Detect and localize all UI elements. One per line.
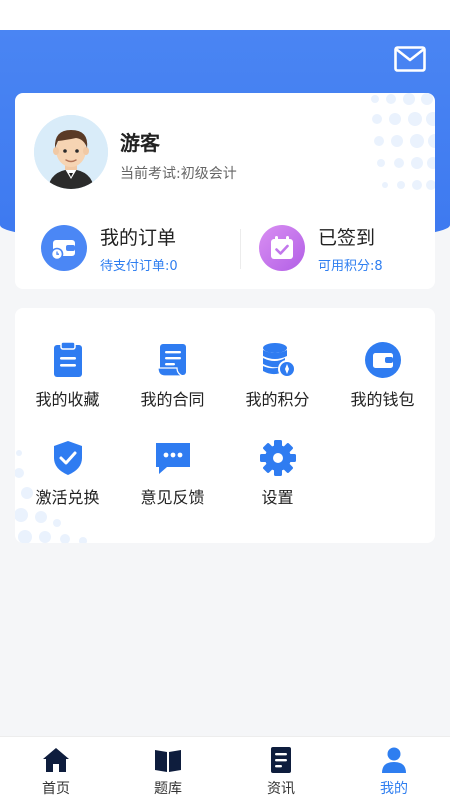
tab-mine[interactable]: 我的	[338, 737, 450, 800]
coins-icon	[258, 340, 298, 380]
menu-item-label: 设置	[261, 488, 294, 507]
current-exam-value: 初级会计	[180, 166, 237, 182]
tab-home[interactable]: 首页	[0, 737, 112, 800]
stats-divider	[240, 229, 241, 269]
pending-orders-count: 0	[169, 259, 178, 274]
tab-question-bank[interactable]: 题库	[112, 737, 224, 800]
calendar-check-icon	[271, 236, 293, 259]
wallet-icon	[363, 340, 403, 380]
home-icon-svg	[43, 748, 69, 772]
scroll-icon	[153, 340, 193, 380]
bottom-tab-bar: 首页 题库 资讯 我的	[0, 736, 450, 800]
sign-in-status: 已签到	[318, 227, 376, 249]
available-points-label: 可用积分:	[318, 259, 375, 274]
mail-button[interactable]	[394, 46, 426, 72]
chat-bubble-icon	[153, 438, 193, 478]
mail-icon	[394, 46, 426, 72]
menu-item-feedback[interactable]: 意见反馈	[120, 438, 225, 518]
user-avatar-icon	[34, 115, 108, 189]
menu-item-label: 我的合同	[140, 390, 205, 409]
book-icon-svg	[155, 750, 181, 772]
menu-item-contracts[interactable]: 我的合同	[120, 340, 225, 420]
book-icon	[153, 746, 183, 774]
function-menu-card: 我的收藏 我的合同 我的积分 我的钱包 激活兑换 意见反馈 设置	[15, 308, 435, 543]
user-name: 游客	[120, 131, 160, 155]
menu-item-label: 我的积分	[245, 390, 310, 409]
person-icon-svg	[382, 747, 406, 773]
pending-orders: 待支付订单:0	[100, 255, 178, 274]
chat-bubble-icon-svg	[155, 443, 190, 474]
pending-orders-label: 待支付订单:	[100, 259, 170, 274]
avatar[interactable]	[34, 115, 108, 189]
tab-label: 我的	[380, 781, 408, 797]
gear-icon	[258, 438, 298, 478]
status-bar	[0, 0, 450, 30]
my-orders-title: 我的订单	[100, 227, 177, 249]
news-icon	[266, 746, 296, 774]
home-icon	[41, 746, 71, 774]
profile-card: 游客 当前考试:初级会计 我的订单 待支付订单:0 已签到 可用积分:8	[15, 93, 435, 289]
menu-item-activate[interactable]: 激活兑换	[15, 438, 120, 518]
news-icon-svg	[271, 747, 291, 773]
tab-news[interactable]: 资讯	[225, 737, 337, 800]
my-orders-button[interactable]: 我的订单 待支付订单:0	[41, 223, 231, 275]
menu-item-wallet[interactable]: 我的钱包	[330, 340, 435, 420]
scroll-icon-svg	[156, 344, 186, 377]
sign-in-button[interactable]: 已签到 可用积分:8	[259, 223, 429, 275]
clipboard-icon-svg	[53, 341, 82, 377]
tab-label: 资讯	[267, 781, 295, 797]
shield-check-icon	[48, 438, 88, 478]
wallet-clock-icon	[50, 240, 75, 261]
coins-icon-svg	[262, 343, 296, 378]
wallet-icon-svg	[364, 342, 401, 378]
menu-item-label: 意见反馈	[140, 488, 205, 507]
current-exam[interactable]: 当前考试:初级会计	[120, 163, 237, 183]
tab-label: 首页	[42, 781, 70, 797]
signin-icon-circle	[259, 225, 305, 271]
dots-decoration	[371, 93, 435, 190]
menu-item-settings[interactable]: 设置	[225, 438, 330, 518]
available-points-value: 8	[374, 259, 383, 274]
menu-item-label: 激活兑换	[35, 488, 100, 507]
available-points: 可用积分:8	[318, 255, 383, 274]
clipboard-icon	[48, 340, 88, 380]
tab-label: 题库	[154, 781, 182, 797]
menu-item-label: 我的收藏	[35, 390, 100, 409]
menu-item-points[interactable]: 我的积分	[225, 340, 330, 420]
menu-item-favorites[interactable]: 我的收藏	[15, 340, 120, 420]
gear-icon-svg	[259, 440, 296, 476]
person-icon	[379, 746, 409, 774]
orders-icon-circle	[41, 225, 87, 271]
shield-check-icon-svg	[53, 441, 82, 475]
menu-item-label: 我的钱包	[350, 390, 415, 409]
current-exam-label: 当前考试:	[120, 166, 181, 182]
